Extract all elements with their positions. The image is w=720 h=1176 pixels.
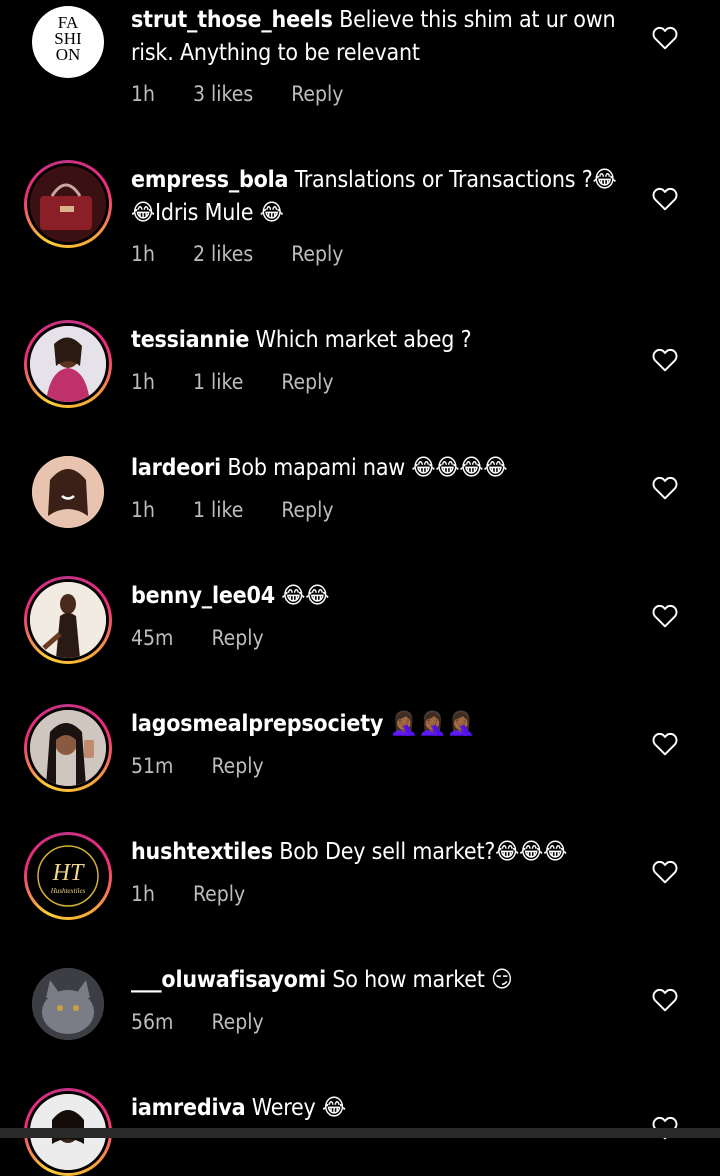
avatar[interactable] <box>24 320 112 408</box>
comment-body: Werey 😂 <box>251 1095 346 1121</box>
comment-text: tessiannie Which market abeg ? <box>131 324 631 357</box>
heart-icon[interactable] <box>652 26 678 50</box>
likes-count[interactable]: 3 likes <box>193 82 253 106</box>
comment-meta: 56m Reply <box>131 1010 302 1034</box>
comment-text: iamrediva Werey 😂 <box>131 1092 631 1125</box>
bottom-bar <box>0 1128 720 1138</box>
reply-button[interactable]: Reply <box>211 626 263 650</box>
comment-body: 🤦🏾‍♀️🤦🏾‍♀️🤦🏾‍♀️ <box>389 711 476 737</box>
username[interactable]: tessiannie <box>131 327 249 353</box>
comment-body: So how market 😏 <box>332 967 513 993</box>
reply-button[interactable]: Reply <box>211 754 263 778</box>
comment-text: lagosmealprepsociety 🤦🏾‍♀️🤦🏾‍♀️🤦🏾‍♀️ <box>131 708 631 741</box>
username[interactable]: lagosmealprepsociety <box>131 711 383 737</box>
username[interactable]: strut_those_heels <box>131 7 333 33</box>
timestamp: 1h <box>131 882 155 906</box>
fashion-logo-icon: FA SHI ON <box>54 13 82 64</box>
timestamp: 56m <box>131 1010 174 1034</box>
comment-meta: 1h Reply <box>131 882 283 906</box>
comment-meta: 51m Reply <box>131 754 302 778</box>
comments-list: FA SHI ON strut_those_heels Believe this… <box>0 0 720 1176</box>
timestamp: 51m <box>131 754 174 778</box>
username[interactable]: hushtextiles <box>131 839 273 865</box>
heart-icon[interactable] <box>652 476 678 500</box>
reply-button[interactable]: Reply <box>281 370 333 394</box>
comment-meta: 1h 1 like Reply <box>131 498 372 522</box>
svg-text:Hushtextiles: Hushtextiles <box>50 887 86 895</box>
likes-count[interactable]: 1 like <box>193 370 243 394</box>
selfie-woman-icon <box>30 710 106 786</box>
avatar[interactable] <box>24 160 112 248</box>
reply-button[interactable]: Reply <box>193 882 245 906</box>
avatar[interactable] <box>24 960 112 1048</box>
timestamp: 1h <box>131 370 155 394</box>
avatar[interactable] <box>24 704 112 792</box>
handbag-icon <box>30 166 106 242</box>
avatar[interactable] <box>24 448 112 536</box>
comment-item: tessiannie Which market abeg ? 1h 1 like… <box>0 320 720 440</box>
heart-icon[interactable] <box>652 988 678 1012</box>
comment-meta: 1h 3 likes Reply <box>131 82 381 106</box>
comment-text: hushtextiles Bob Dey sell market?😂😂😂 <box>131 836 631 869</box>
comment-item: HT Hushtextiles hushtextiles Bob Dey sel… <box>0 832 720 952</box>
comment-body: Bob Dey sell market?😂😂😂 <box>279 839 568 865</box>
woman-portrait-icon <box>30 326 106 402</box>
comment-item: FA SHI ON strut_those_heels Believe this… <box>0 0 720 120</box>
avatar[interactable]: HT Hushtextiles <box>24 832 112 920</box>
likes-count[interactable]: 2 likes <box>193 242 253 266</box>
comment-item: ___oluwafisayomi So how market 😏 56m Rep… <box>0 960 720 1080</box>
username[interactable]: benny_lee04 <box>131 583 275 609</box>
likes-count[interactable]: 1 like <box>193 498 243 522</box>
comment-body: Which market abeg ? <box>255 327 472 353</box>
comment-item: lardeori Bob mapami naw 😂😂😂😂 1h 1 like R… <box>0 448 720 568</box>
seated-woman-icon <box>30 582 106 658</box>
comment-item: benny_lee04 😂😂 45m Reply <box>0 576 720 696</box>
username[interactable]: iamrediva <box>131 1095 246 1121</box>
comment-meta: 45m Reply <box>131 626 302 650</box>
heart-icon[interactable] <box>652 348 678 372</box>
svg-text:ON: ON <box>56 45 81 64</box>
comment-body: Bob mapami naw 😂😂😂😂 <box>227 455 508 481</box>
timestamp: 1h <box>131 82 155 106</box>
svg-text:HT: HT <box>52 860 85 886</box>
username[interactable]: empress_bola <box>131 167 289 193</box>
comment-text: benny_lee04 😂😂 <box>131 580 631 613</box>
comment-meta: 1h 1 like Reply <box>131 370 372 394</box>
comment-text: strut_those_heels Believe this shim at u… <box>131 4 631 70</box>
comment-text: lardeori Bob mapami naw 😂😂😂😂 <box>131 452 631 485</box>
comment-body: 😂😂 <box>281 583 330 609</box>
reply-button[interactable]: Reply <box>291 242 343 266</box>
timestamp: 1h <box>131 498 155 522</box>
username[interactable]: lardeori <box>131 455 221 481</box>
heart-icon[interactable] <box>652 187 678 211</box>
username[interactable]: ___oluwafisayomi <box>131 967 326 993</box>
timestamp: 45m <box>131 626 174 650</box>
reply-button[interactable]: Reply <box>211 1010 263 1034</box>
avatar[interactable]: FA SHI ON <box>24 0 112 86</box>
comment-text: ___oluwafisayomi So how market 😏 <box>131 964 631 997</box>
heart-icon[interactable] <box>652 860 678 884</box>
comment-item: empress_bola Translations or Transaction… <box>0 160 720 280</box>
avatar[interactable] <box>24 576 112 664</box>
cat-icon <box>32 968 104 1040</box>
comment-item: lagosmealprepsociety 🤦🏾‍♀️🤦🏾‍♀️🤦🏾‍♀️ 51m… <box>0 704 720 824</box>
smiling-woman-icon <box>32 456 104 528</box>
timestamp: 1h <box>131 242 155 266</box>
heart-icon[interactable] <box>652 732 678 756</box>
heart-icon[interactable] <box>652 604 678 628</box>
reply-button[interactable]: Reply <box>291 82 343 106</box>
comment-text: empress_bola Translations or Transaction… <box>131 164 631 230</box>
hushtextiles-logo-icon: HT Hushtextiles <box>30 838 106 914</box>
reply-button[interactable]: Reply <box>281 498 333 522</box>
comment-meta: 1h 2 likes Reply <box>131 242 381 266</box>
